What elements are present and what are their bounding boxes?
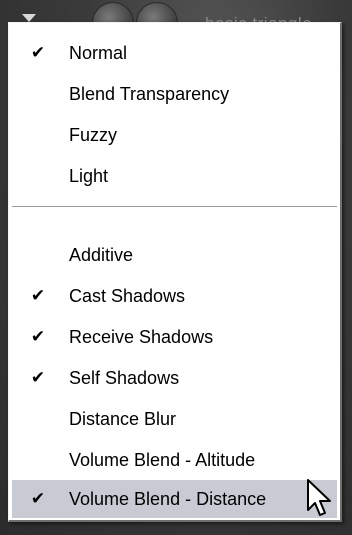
menu-item-normal[interactable]: ✔ Normal [12, 34, 337, 72]
menu-item-blend-transparency[interactable]: Blend Transparency [12, 75, 337, 113]
menu-item-label: Receive Shadows [69, 327, 214, 347]
menu-item-receive-shadows[interactable]: ✔ Receive Shadows [12, 318, 337, 356]
menu-item-label: Self Shadows [69, 368, 180, 388]
menu-item-label: Distance Blur [69, 409, 177, 429]
arrow-pointer-icon [307, 479, 331, 516]
checkmark-icon: ✔ [30, 43, 46, 62]
menu-item-label: Fuzzy [69, 125, 118, 145]
checkmark-icon: ✔ [30, 327, 46, 346]
menu-item-label: Volume Blend - Altitude [69, 450, 256, 470]
menu-item-fuzzy[interactable]: Fuzzy [12, 116, 337, 154]
menu-separator [12, 206, 337, 208]
menu-item-label: Additive [69, 245, 134, 265]
checkmark-icon: ✔ [30, 368, 46, 387]
menu-item-label: Volume Blend - Distance [69, 489, 267, 509]
menu-item-additive[interactable]: Additive [12, 236, 337, 274]
menu-item-volume-blend-altitude[interactable]: Volume Blend - Altitude [12, 441, 337, 479]
context-menu: ✔ Normal Blend Transparency Fuzzy Light … [8, 22, 342, 522]
menu-item-distance-blur[interactable]: Distance Blur [12, 400, 337, 438]
menu-item-light[interactable]: Light [12, 157, 337, 195]
checkmark-icon: ✔ [30, 286, 46, 305]
menu-item-label: Cast Shadows [69, 286, 186, 306]
menu-item-self-shadows[interactable]: ✔ Self Shadows [12, 359, 337, 397]
menu-item-label: Blend Transparency [69, 84, 230, 104]
dropdown-arrow-icon[interactable] [22, 14, 36, 22]
menu-item-label: Light [69, 166, 109, 186]
checkmark-icon: ✔ [30, 489, 46, 508]
menu-item-volume-blend-distance[interactable]: ✔ Volume Blend - Distance [12, 480, 337, 518]
menu-item-cast-shadows[interactable]: ✔ Cast Shadows [12, 277, 337, 315]
menu-item-label: Normal [69, 43, 128, 63]
